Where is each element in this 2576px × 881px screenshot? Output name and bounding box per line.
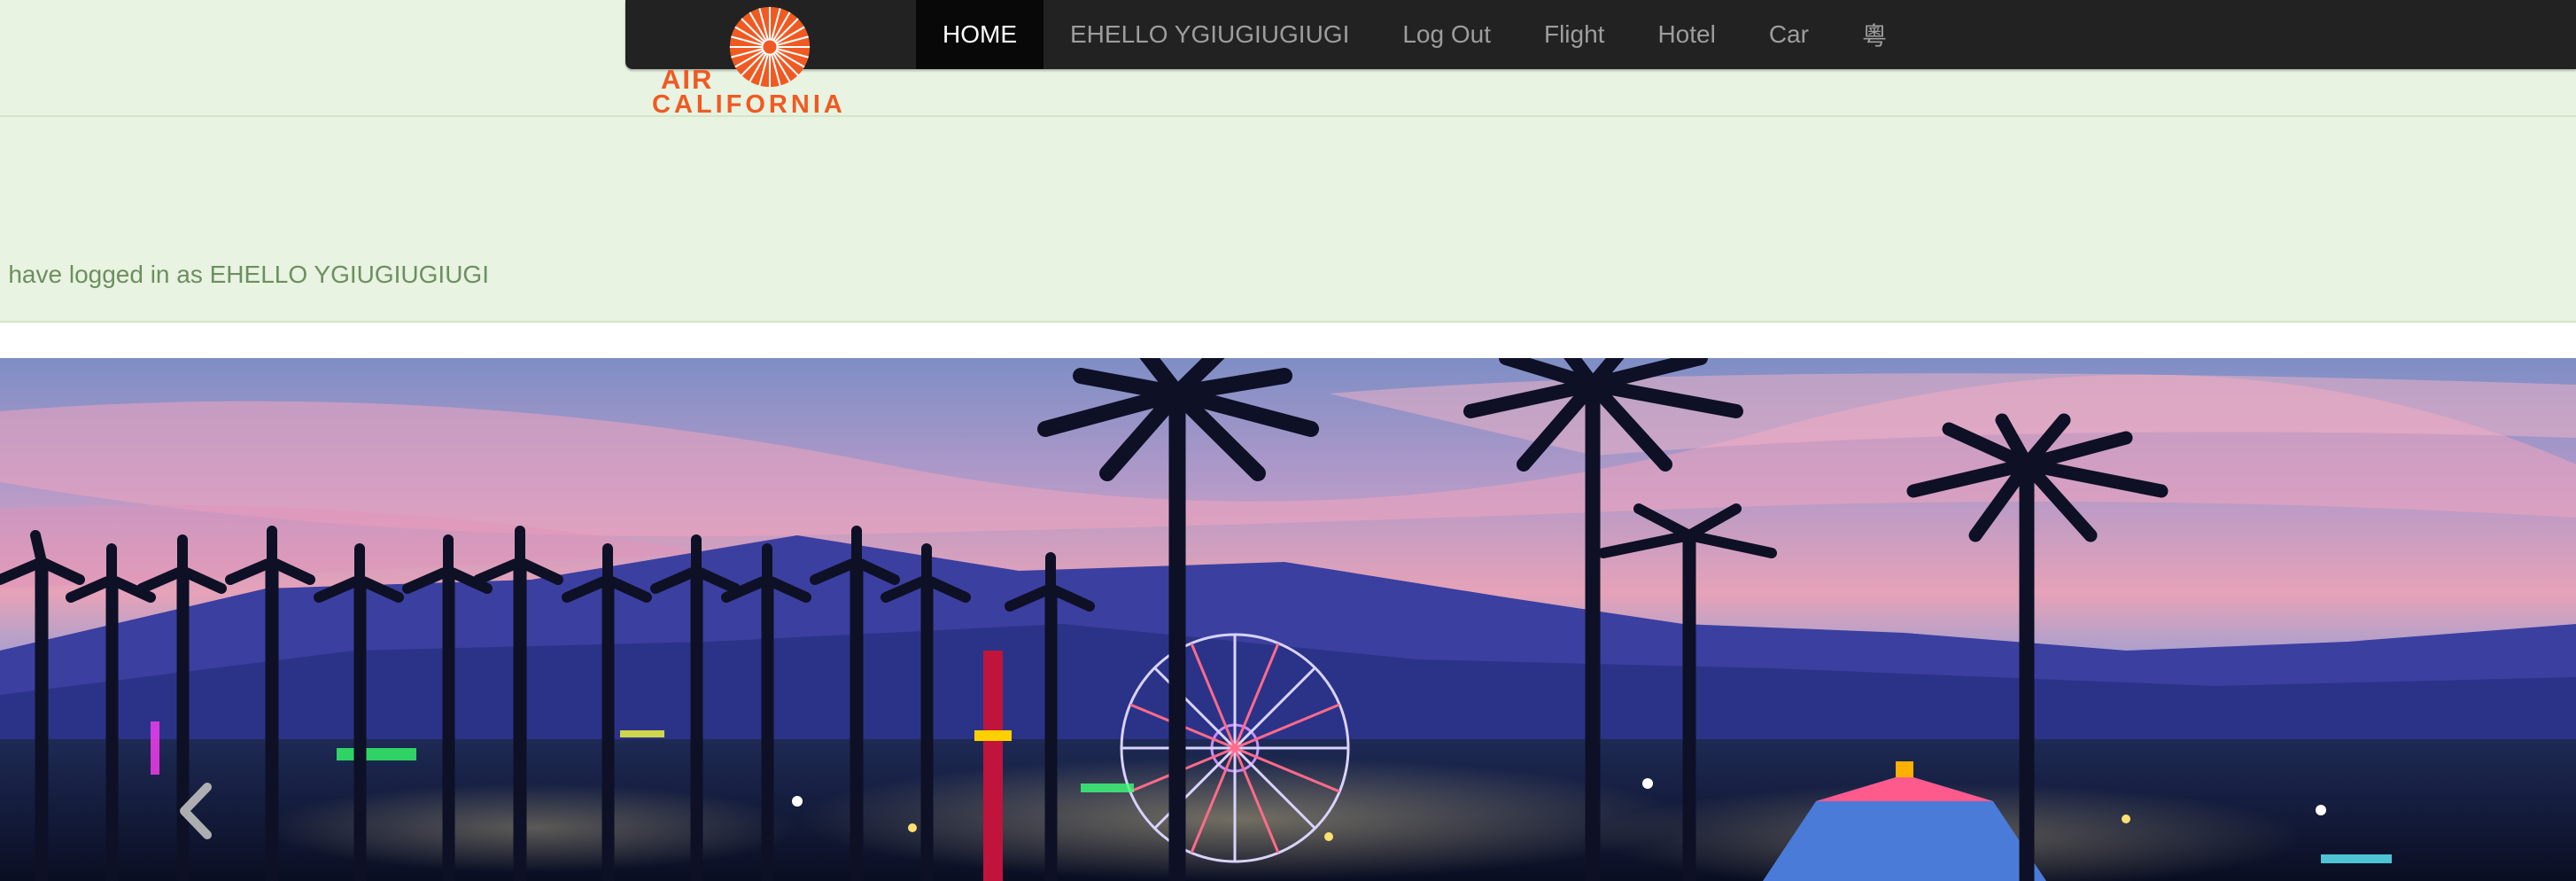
air-california-logo[interactable]: AIR CALIFORNIA bbox=[647, 2, 895, 119]
logo-text-california: CALIFORNIA bbox=[652, 90, 846, 119]
login-success-alert bbox=[0, 117, 2576, 323]
login-success-message: u have logged in as EHELLO YGIUGIUGIUGI bbox=[0, 261, 489, 288]
logo-text-air: AIR bbox=[661, 64, 714, 95]
nav-logout[interactable]: Log Out bbox=[1376, 0, 1517, 69]
page: HOME EHELLO YGIUGIUGIUGI Log Out Flight … bbox=[0, 0, 2576, 881]
nav-hotel[interactable]: Hotel bbox=[1631, 0, 1742, 69]
nav-user-name[interactable]: EHELLO YGIUGIUGIUGI bbox=[1044, 0, 1376, 69]
hero-carousel[interactable] bbox=[0, 358, 2576, 881]
nav-home[interactable]: HOME bbox=[916, 0, 1044, 69]
navbar: HOME EHELLO YGIUGIUGIUGI Log Out Flight … bbox=[625, 0, 2576, 69]
sun-burst-icon bbox=[729, 6, 811, 88]
chevron-left-icon[interactable] bbox=[174, 780, 218, 842]
nav-flight[interactable]: Flight bbox=[1517, 0, 1631, 69]
nav-language[interactable]: 粵 bbox=[1835, 0, 1913, 69]
hero-image bbox=[0, 358, 2576, 881]
nav-list: HOME EHELLO YGIUGIUGIUGI Log Out Flight … bbox=[916, 0, 1913, 69]
nav-car[interactable]: Car bbox=[1742, 0, 1835, 69]
